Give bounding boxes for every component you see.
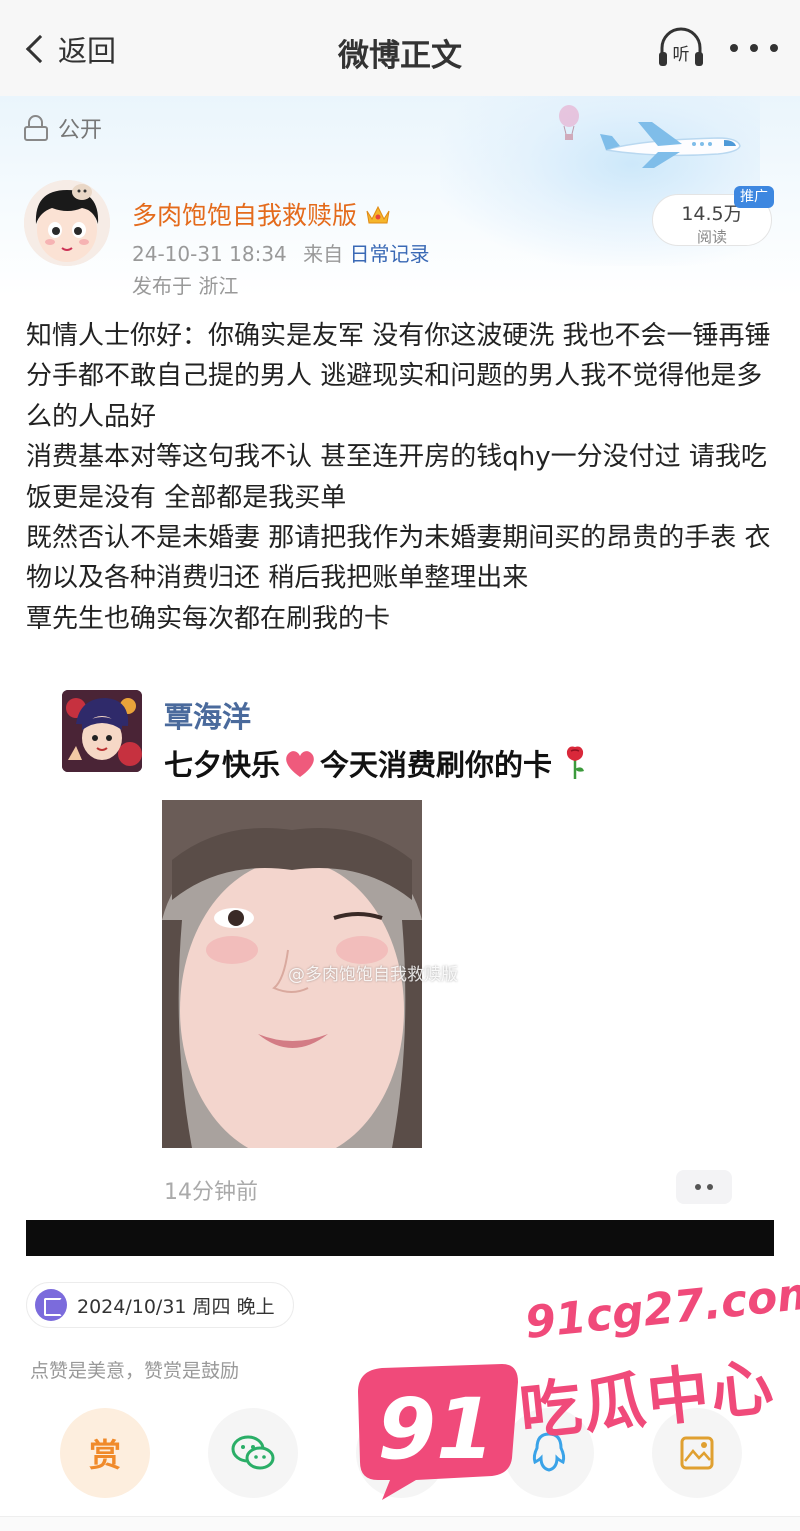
cartoon-avatar-icon: [24, 180, 110, 266]
post-paragraph: 消费基本对等这句我不认 甚至连开房的钱qhy一分没付过 请我吃饭更是没有 全部都…: [26, 442, 767, 513]
site-logo-icon: 91: [358, 1364, 518, 1500]
visibility-label: 公开: [58, 118, 103, 143]
bottom-toolbar-edge: [0, 1516, 800, 1531]
quoted-more-icon: [676, 1170, 732, 1204]
reward-label: 赏: [88, 1436, 121, 1474]
reward-button[interactable]: 赏: [60, 1408, 150, 1498]
cartoon-avatar-icon: [62, 690, 142, 772]
site-watermark-name: 吃瓜中心: [516, 1349, 779, 1450]
date-chip-label: 2024/10/31 周四 晚上: [77, 1295, 275, 1318]
post-timestamp: 24-10-31 18:34: [132, 242, 287, 266]
author-name: 多肉饱饱自我救赎版: [132, 201, 358, 230]
post-body: 知情人士你好：你确实是友军 没有你这波硬洗 我也不会一锤再锤 分手都不敢自己提的…: [26, 316, 776, 639]
quoted-time: 14分钟前: [164, 1180, 258, 1205]
quoted-text-part2: 今天消费刷你的卡: [320, 748, 553, 782]
crown-icon: [366, 205, 390, 224]
quoted-user-name: 覃海洋: [164, 700, 252, 734]
headphones-listen-icon[interactable]: 听: [656, 26, 706, 70]
heart-icon: [286, 751, 314, 777]
quoted-user-avatar: [62, 690, 142, 772]
photo-watermark: @多肉饱饱自我救赎版: [288, 965, 458, 985]
unlock-icon: [24, 115, 48, 141]
post-meta: 24-10-31 18:34 来自 日常记录: [132, 238, 430, 267]
calendar-icon: [35, 1289, 67, 1321]
site-watermark-number: 91: [378, 1380, 495, 1478]
date-chip[interactable]: 2024/10/31 周四 晚上: [26, 1282, 294, 1328]
share-wechat-button[interactable]: [208, 1408, 298, 1498]
site-watermark-logo: 91: [352, 1362, 522, 1502]
top-nav-bar: 返回 微博正文 听: [0, 0, 800, 96]
quoted-post-text: 七夕快乐 今天消费刷你的卡: [164, 742, 590, 784]
visibility-indicator: 公开: [24, 112, 102, 144]
wechat-icon: [231, 1435, 275, 1470]
source-prefix: 来自: [303, 242, 344, 266]
reward-tip: 点赞是美意，赞赏是鼓励: [30, 1360, 240, 1382]
post-paragraph: 覃先生也确实每次都在刷我的卡: [26, 603, 391, 634]
author-avatar[interactable]: [24, 180, 110, 266]
quoted-text-part1: 七夕快乐: [164, 748, 281, 782]
balloon-icon: [559, 105, 579, 140]
promo-badge[interactable]: 推广: [734, 186, 774, 208]
rose-icon: [566, 746, 585, 779]
more-options-icon[interactable]: [730, 44, 778, 54]
author-name-link[interactable]: 多肉饱饱自我救赎版: [132, 196, 391, 232]
save-image-icon: [680, 1436, 714, 1470]
post-paragraph: 知情人士你好：你确实是友军 没有你这波硬洗 我也不会一锤再锤 分手都不敢自己提的…: [26, 321, 771, 432]
reads-label: 阅读: [696, 228, 727, 246]
redaction-bar: [26, 1220, 774, 1256]
airplane-icon: [600, 122, 741, 168]
post-location: 发布于 浙江: [132, 274, 239, 298]
post-paragraph: 既然否认不是未婚妻 那请把我作为未婚妻期间买的昂贵的手表 衣物以及各种消费归还 …: [26, 523, 771, 594]
source-link[interactable]: 日常记录: [350, 242, 430, 266]
listen-glyph: 听: [673, 45, 690, 65]
